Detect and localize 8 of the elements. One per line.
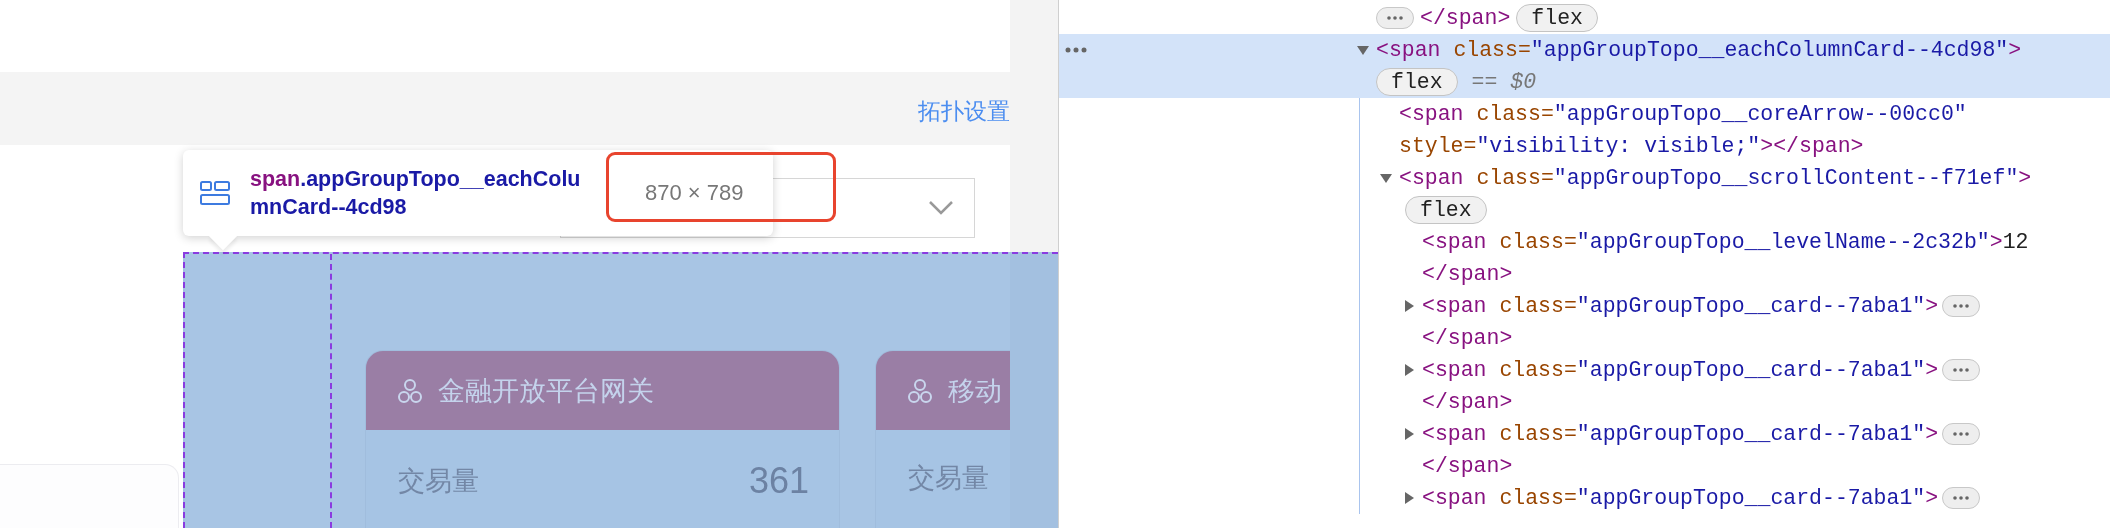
metric-label: 交易量 xyxy=(908,462,989,495)
card-title: 移动 xyxy=(948,374,1002,408)
metric-label: 交易量 xyxy=(398,465,479,498)
element-selector: span.appGroupTopo__eachColumnCard--4cd98 xyxy=(250,166,582,221)
selected-marker: == $0 xyxy=(1471,70,1537,94)
metric-value: 361 xyxy=(748,460,809,502)
element-size: 870 × 789 xyxy=(645,180,744,206)
card-title: 金融开放平台网关 xyxy=(438,374,654,408)
